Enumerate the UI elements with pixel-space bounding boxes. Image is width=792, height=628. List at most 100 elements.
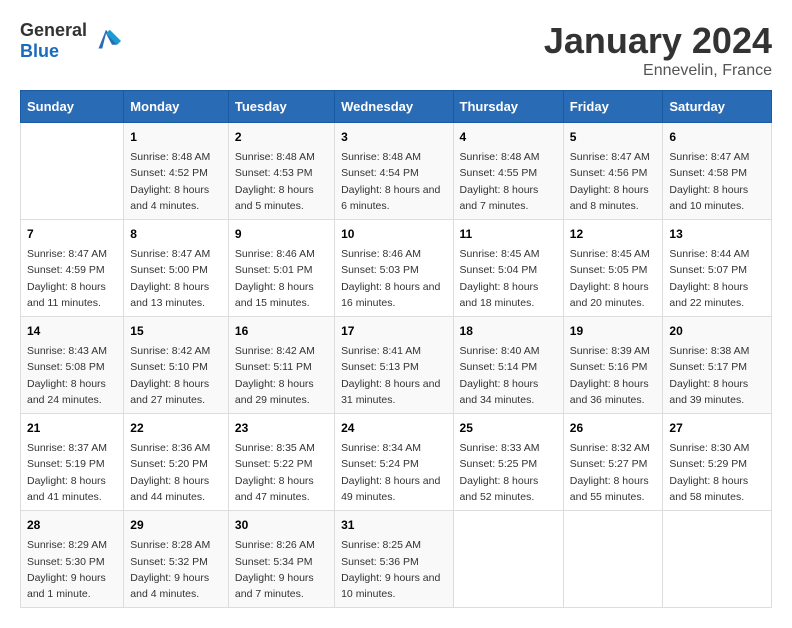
calendar-cell: 22Sunrise: 8:36 AMSunset: 5:20 PMDayligh… [124,414,229,511]
day-number: 11 [460,225,557,243]
calendar-cell: 16 Sunrise: 8:42 AMSunset: 5:11 PMDayligh… [228,317,334,414]
day-info: Sunrise: 8:45 AMSunset: 5:05 PMDaylight:… [570,246,657,311]
day-info: Sunrise: 8:48 AMSunset: 4:54 PMDaylight:… [341,149,446,214]
weekday-header-row: SundayMondayTuesdayWednesdayThursdayFrid… [21,91,772,123]
day-number: 8 [130,225,222,243]
week-row-2: 7 Sunrise: 8:47 AMSunset: 4:59 PMDaylight… [21,220,772,317]
logo-blue: Blue [20,41,59,61]
page-header: General Blue January 2024 Ennevelin, Fra… [20,20,772,80]
calendar-cell: 14 Sunrise: 8:43 AMSunset: 5:08 PMDayligh… [21,317,124,414]
day-number: 5 [570,128,657,146]
calendar-cell: 19Sunrise: 8:39 AMSunset: 5:16 PMDayligh… [563,317,663,414]
calendar-cell [453,511,563,608]
day-number: 15 [130,322,222,340]
day-number: 21 [27,419,117,437]
calendar-cell: 10 Sunrise: 8:46 AMSunset: 5:03 PMDayligh… [335,220,453,317]
calendar-cell: 21 Sunrise: 8:37 AMSunset: 5:19 PMDayligh… [21,414,124,511]
weekday-header-monday: Monday [124,91,229,123]
day-info: Sunrise: 8:42 AMSunset: 5:11 PMDaylight:… [235,343,328,408]
month-title: January 2024 [544,20,772,62]
calendar-cell: 30 Sunrise: 8:26 AMSunset: 5:34 PMDayligh… [228,511,334,608]
day-info: Sunrise: 8:25 AMSunset: 5:36 PMDaylight:… [341,537,446,602]
day-number: 7 [27,225,117,243]
calendar-cell: 2 Sunrise: 8:48 AMSunset: 4:53 PMDaylight… [228,123,334,220]
day-info: Sunrise: 8:43 AMSunset: 5:08 PMDaylight:… [27,343,117,408]
day-info: Sunrise: 8:40 AMSunset: 5:14 PMDaylight:… [460,343,557,408]
day-info: Sunrise: 8:41 AMSunset: 5:13 PMDaylight:… [341,343,446,408]
weekday-header-sunday: Sunday [21,91,124,123]
day-info: Sunrise: 8:29 AMSunset: 5:30 PMDaylight:… [27,537,117,602]
calendar-cell: 5 Sunrise: 8:47 AMSunset: 4:56 PMDaylight… [563,123,663,220]
day-number: 9 [235,225,328,243]
day-info: Sunrise: 8:45 AMSunset: 5:04 PMDaylight:… [460,246,557,311]
day-number: 13 [669,225,765,243]
day-number: 16 [235,322,328,340]
calendar-cell: 15 Sunrise: 8:42 AMSunset: 5:10 PMDayligh… [124,317,229,414]
calendar-cell: 29 Sunrise: 8:28 AMSunset: 5:32 PMDayligh… [124,511,229,608]
day-info: Sunrise: 8:46 AMSunset: 5:01 PMDaylight:… [235,246,328,311]
calendar-cell: 9 Sunrise: 8:46 AMSunset: 5:01 PMDaylight… [228,220,334,317]
day-info: Sunrise: 8:47 AMSunset: 4:58 PMDaylight:… [669,149,765,214]
day-info: Sunrise: 8:42 AMSunset: 5:10 PMDaylight:… [130,343,222,408]
calendar-cell: 24Sunrise: 8:34 AMSunset: 5:24 PMDayligh… [335,414,453,511]
day-number: 1 [130,128,222,146]
weekday-header-friday: Friday [563,91,663,123]
day-info: Sunrise: 8:47 AMSunset: 4:56 PMDaylight:… [570,149,657,214]
calendar-cell: 31 Sunrise: 8:25 AMSunset: 5:36 PMDayligh… [335,511,453,608]
location: Ennevelin, France [544,62,772,80]
calendar-cell: 12Sunrise: 8:45 AMSunset: 5:05 PMDayligh… [563,220,663,317]
day-number: 4 [460,128,557,146]
day-info: Sunrise: 8:48 AMSunset: 4:55 PMDaylight:… [460,149,557,214]
day-number: 28 [27,516,117,534]
day-number: 31 [341,516,446,534]
day-number: 17 [341,322,446,340]
day-number: 22 [130,419,222,437]
calendar-cell [563,511,663,608]
logo: General Blue [20,20,121,62]
weekday-header-thursday: Thursday [453,91,563,123]
calendar-cell: 3 Sunrise: 8:48 AMSunset: 4:54 PMDaylight… [335,123,453,220]
weekday-header-saturday: Saturday [663,91,772,123]
weekday-header-wednesday: Wednesday [335,91,453,123]
calendar-cell: 27Sunrise: 8:30 AMSunset: 5:29 PMDayligh… [663,414,772,511]
calendar-table: SundayMondayTuesdayWednesdayThursdayFrid… [20,90,772,608]
calendar-cell: 1 Sunrise: 8:48 AMSunset: 4:52 PMDaylight… [124,123,229,220]
day-info: Sunrise: 8:37 AMSunset: 5:19 PMDaylight:… [27,440,117,505]
day-number: 2 [235,128,328,146]
week-row-1: 1 Sunrise: 8:48 AMSunset: 4:52 PMDaylight… [21,123,772,220]
day-number: 30 [235,516,328,534]
calendar-cell: 20 Sunrise: 8:38 AMSunset: 5:17 PMDayligh… [663,317,772,414]
week-row-5: 28 Sunrise: 8:29 AMSunset: 5:30 PMDayligh… [21,511,772,608]
day-number: 10 [341,225,446,243]
calendar-cell: 7 Sunrise: 8:47 AMSunset: 4:59 PMDaylight… [21,220,124,317]
calendar-cell: 11 Sunrise: 8:45 AMSunset: 5:04 PMDayligh… [453,220,563,317]
calendar-cell [663,511,772,608]
day-info: Sunrise: 8:28 AMSunset: 5:32 PMDaylight:… [130,537,222,602]
logo-general: General [20,20,87,40]
calendar-cell: 4 Sunrise: 8:48 AMSunset: 4:55 PMDaylight… [453,123,563,220]
week-row-3: 14 Sunrise: 8:43 AMSunset: 5:08 PMDayligh… [21,317,772,414]
day-info: Sunrise: 8:38 AMSunset: 5:17 PMDaylight:… [669,343,765,408]
day-number: 29 [130,516,222,534]
day-number: 18 [460,322,557,340]
day-number: 23 [235,419,328,437]
calendar-cell: 8 Sunrise: 8:47 AMSunset: 5:00 PMDaylight… [124,220,229,317]
day-info: Sunrise: 8:47 AMSunset: 4:59 PMDaylight:… [27,246,117,311]
calendar-cell: 28 Sunrise: 8:29 AMSunset: 5:30 PMDayligh… [21,511,124,608]
day-number: 25 [460,419,557,437]
day-number: 3 [341,128,446,146]
day-info: Sunrise: 8:44 AMSunset: 5:07 PMDaylight:… [669,246,765,311]
calendar-cell: 6Sunrise: 8:47 AMSunset: 4:58 PMDaylight… [663,123,772,220]
day-info: Sunrise: 8:32 AMSunset: 5:27 PMDaylight:… [570,440,657,505]
logo-text: General Blue [20,20,121,62]
day-number: 14 [27,322,117,340]
day-info: Sunrise: 8:47 AMSunset: 5:00 PMDaylight:… [130,246,222,311]
calendar-cell: 26Sunrise: 8:32 AMSunset: 5:27 PMDayligh… [563,414,663,511]
calendar-cell: 18 Sunrise: 8:40 AMSunset: 5:14 PMDayligh… [453,317,563,414]
day-info: Sunrise: 8:48 AMSunset: 4:52 PMDaylight:… [130,149,222,214]
day-number: 20 [669,322,765,340]
calendar-cell: 23Sunrise: 8:35 AMSunset: 5:22 PMDayligh… [228,414,334,511]
day-info: Sunrise: 8:46 AMSunset: 5:03 PMDaylight:… [341,246,446,311]
day-info: Sunrise: 8:48 AMSunset: 4:53 PMDaylight:… [235,149,328,214]
day-info: Sunrise: 8:26 AMSunset: 5:34 PMDaylight:… [235,537,328,602]
